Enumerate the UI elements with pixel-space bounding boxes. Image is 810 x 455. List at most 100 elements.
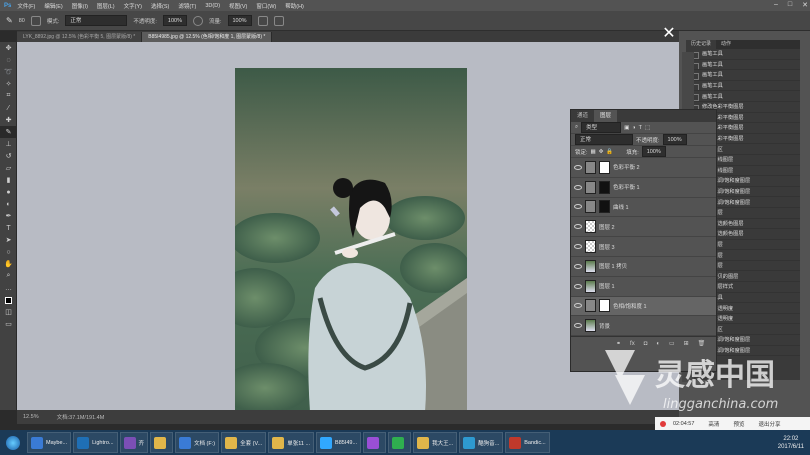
tab-history[interactable]: 历史记录 [686, 40, 717, 49]
layer-name[interactable]: 背景 [599, 322, 610, 330]
layer-thumbnail[interactable] [585, 220, 596, 234]
history-item[interactable]: 画笔工具 [686, 70, 800, 81]
screen-mode-icon[interactable]: ▭ [0, 318, 17, 330]
history-brush-icon[interactable]: ↺ [0, 150, 17, 162]
layer-thumbnail[interactable] [585, 319, 596, 333]
layer-thumbnail[interactable] [599, 200, 610, 214]
system-clock[interactable]: 22:02 2017/6/11 [778, 435, 810, 451]
layer-row[interactable]: 曲线 1 [571, 198, 716, 218]
taskbar-app[interactable]: Lightro... [73, 432, 118, 453]
taskbar-app[interactable]: 单张11 ... [268, 432, 315, 453]
close-window-icon[interactable]: ✕ [802, 1, 808, 9]
visibility-eye-icon[interactable] [574, 224, 582, 230]
taskbar-app[interactable]: 全套 (V... [221, 432, 267, 453]
taskbar-app[interactable]: 酷狗音... [459, 432, 504, 453]
layer-thumbnail[interactable] [599, 180, 610, 194]
hand-tool-icon[interactable]: ✋ [0, 258, 17, 270]
flow-input[interactable]: 100% [227, 15, 252, 26]
layer-thumbnail[interactable] [599, 299, 610, 313]
layer-thumbnail[interactable] [585, 259, 596, 273]
fill-input[interactable]: 100% [641, 146, 666, 157]
brush-tool-icon[interactable]: ✎ [0, 126, 17, 138]
layer-name[interactable]: 图层 3 [599, 243, 615, 251]
brush-tool-icon[interactable]: ✎ [6, 16, 13, 25]
eraser-icon[interactable]: ▱ [0, 162, 17, 174]
layer-row[interactable]: 背景 [571, 316, 716, 337]
dodge-tool-icon[interactable]: ◐ [0, 198, 17, 210]
zoom-level[interactable]: 12.5% [23, 414, 39, 420]
layer-name[interactable]: 曲线 1 [613, 203, 629, 211]
tab-channels[interactable]: 通道 [571, 110, 594, 122]
pixel-filter-icon[interactable]: ▣ [624, 125, 629, 131]
tab-layers[interactable]: 图层 [594, 110, 618, 122]
lock-all-icon[interactable]: 🔒 [606, 149, 613, 155]
tab-actions[interactable]: 动作 [716, 40, 736, 49]
menu-item-layer[interactable]: 图层(L) [97, 2, 115, 10]
color-swatches-icon[interactable] [0, 294, 17, 306]
tab-document-2[interactable]: B85I4985.jpg @ 12.5% (色相/饱和度 1, 图层蒙版/8) … [142, 32, 273, 42]
taskbar-app[interactable] [363, 432, 387, 453]
layer-name[interactable]: 图层 1 [599, 282, 615, 290]
pressure-size-icon[interactable] [273, 15, 284, 26]
layer-name[interactable]: 图层 2 [599, 223, 615, 231]
taskbar-app[interactable]: B85I49... [316, 432, 362, 453]
visibility-eye-icon[interactable] [574, 164, 582, 170]
history-item[interactable]: 画笔工具 [686, 49, 800, 60]
adjust-filter-icon[interactable]: ◑ [632, 125, 635, 131]
layer-row[interactable]: 色相/饱和度 1 [571, 296, 716, 317]
visibility-eye-icon[interactable] [574, 283, 582, 289]
move-tool-icon[interactable]: ✥ [0, 42, 17, 54]
type-filter-icon[interactable]: T [639, 125, 642, 131]
taskbar-app[interactable]: 我大王... [413, 432, 458, 453]
history-item[interactable]: 画笔工具 [686, 81, 800, 92]
more-tools-icon[interactable]: … [0, 282, 17, 294]
history-item[interactable]: 画笔工具 [686, 60, 800, 71]
layer-thumbnail[interactable] [585, 279, 596, 293]
close-document-icon[interactable]: ✕ [657, 22, 681, 46]
shape-filter-icon[interactable]: ⬚ [645, 125, 650, 131]
history-item[interactable]: 画笔工具 [686, 91, 800, 102]
menu-item-filter[interactable]: 滤镜(T) [178, 2, 196, 10]
visibility-eye-icon[interactable] [574, 184, 582, 190]
menu-item-edit[interactable]: 编辑(E) [44, 2, 62, 10]
gradient-icon[interactable]: ▮ [0, 174, 17, 186]
menu-item-file[interactable]: 文件(F) [17, 2, 35, 10]
minimize-icon[interactable]: – [774, 1, 778, 9]
blend-mode-select[interactable]: 正常 [575, 134, 633, 145]
menu-item-3d[interactable]: 3D(D) [205, 3, 220, 9]
menu-item-type[interactable]: 文字(Y) [124, 2, 142, 10]
taskbar-app[interactable]: 文档 (F:) [175, 432, 220, 453]
start-button-icon[interactable] [0, 431, 26, 455]
layer-opacity-input[interactable]: 100% [662, 134, 687, 145]
menu-item-help[interactable]: 帮助(H) [285, 2, 304, 10]
clone-stamp-icon[interactable]: ⊥ [0, 138, 17, 150]
layer-name[interactable]: 色相/饱和度 1 [613, 302, 647, 310]
taskbar-app[interactable] [150, 432, 174, 453]
zoom-tool-icon[interactable]: ⌕ [0, 270, 17, 282]
taskbar-app[interactable] [388, 432, 412, 453]
mode-select[interactable]: 正常 [65, 15, 128, 26]
airbrush-icon[interactable] [257, 15, 268, 26]
layer-name[interactable]: 色彩平衡 2 [613, 163, 640, 171]
layer-row[interactable]: 色彩平衡 2 [571, 158, 716, 178]
layer-row[interactable]: 图层 2 [571, 217, 716, 238]
layer-row[interactable]: 图层 3 [571, 237, 716, 257]
menu-item-window[interactable]: 窗口(W) [256, 2, 276, 10]
menu-item-select[interactable]: 选择(S) [151, 2, 169, 10]
layer-row[interactable]: 图层 1 拷贝 [571, 257, 716, 277]
layer-row[interactable]: 色彩平衡 1 [571, 178, 716, 198]
layer-kind-select[interactable]: 类型 [581, 122, 622, 133]
lasso-tool-icon[interactable]: ➰ [0, 66, 17, 78]
preview-button[interactable]: 预览 [726, 420, 751, 428]
layer-row[interactable]: 图层 1 [571, 277, 716, 297]
menu-item-image[interactable]: 图像(I) [72, 2, 88, 10]
quick-select-icon[interactable]: ✧ [0, 78, 17, 90]
type-tool-icon[interactable]: T [0, 222, 17, 234]
lock-pixels-icon[interactable]: ▦ [591, 149, 596, 155]
crop-tool-icon[interactable]: ⌗ [0, 90, 17, 102]
visibility-eye-icon[interactable] [574, 204, 582, 210]
blur-tool-icon[interactable]: ● [0, 186, 17, 198]
hd-button[interactable]: 高清 [701, 420, 726, 428]
visibility-eye-icon[interactable] [574, 323, 582, 329]
lock-position-icon[interactable]: ✥ [599, 149, 604, 155]
